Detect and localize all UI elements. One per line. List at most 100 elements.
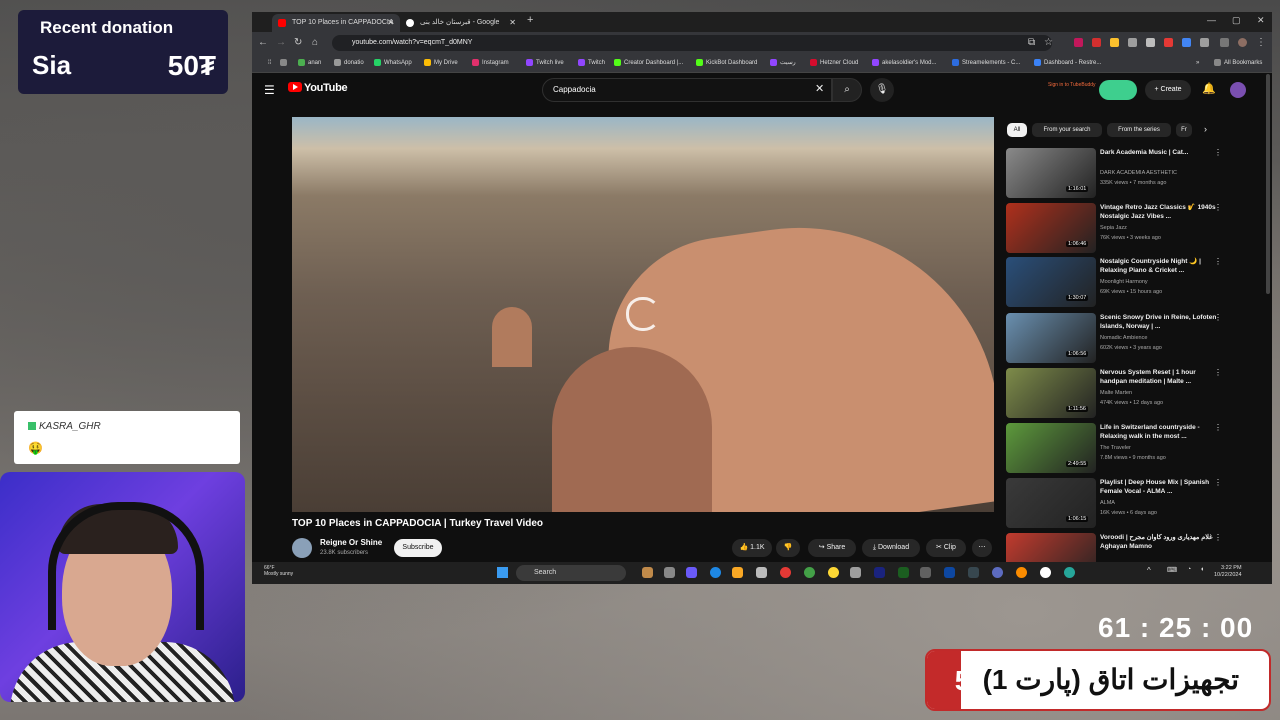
premiere-icon[interactable] <box>874 567 885 578</box>
bookmark-item[interactable]: My Drive <box>424 57 458 69</box>
maximize-icon[interactable]: ▢ <box>1232 15 1241 26</box>
chip-truncated[interactable]: Fr <box>1176 123 1192 137</box>
weather-widget[interactable]: 66°F Mostly sunny <box>264 565 293 577</box>
channel-name[interactable]: Reigne Or Shine <box>320 538 382 547</box>
related-video-item[interactable]: 1:06:56 Scenic Snowy Drive in Reine, Lofo… <box>1006 313 1236 365</box>
bookmark-item[interactable]: akelasoldier's Mod... <box>872 57 937 69</box>
xbox-icon[interactable] <box>804 567 815 578</box>
extension-icon[interactable] <box>1164 38 1173 47</box>
taskbar-app-icon[interactable] <box>642 567 653 578</box>
taskbar-app-icon[interactable] <box>1040 567 1051 578</box>
bookmark-item[interactable]: Twitch live <box>526 57 564 69</box>
tubebuddy-signin-link[interactable]: Sign in to TubeBuddy <box>1048 82 1096 89</box>
photoshop-icon[interactable] <box>944 567 955 578</box>
related-video-title[interactable]: Dark Academia Music | Cat... <box>1100 148 1220 157</box>
related-video-item[interactable]: 1:11:56 Nervous System Reset | 1 hour han… <box>1006 368 1236 420</box>
related-video-title[interactable]: Vintage Retro Jazz Classics 🎷 1940s Nost… <box>1100 203 1220 221</box>
bookmark-item[interactable]: Hetzner Cloud <box>810 57 858 69</box>
related-video-item[interactable]: 1:16:01 Dark Academia Music | Cat... DARK … <box>1006 148 1236 200</box>
search-input[interactable]: Cappadocia <box>542 78 832 102</box>
related-video-title[interactable]: Nervous System Reset | 1 hour handpan me… <box>1100 368 1220 386</box>
more-vertical-icon[interactable]: ⋮ <box>1214 203 1222 212</box>
video-player[interactable] <box>292 117 994 512</box>
more-vertical-icon[interactable]: ⋮ <box>1214 533 1222 542</box>
more-vertical-icon[interactable]: ⋮ <box>1214 148 1222 157</box>
dislike-button[interactable]: 👎 <box>776 539 800 557</box>
page-scrollbar[interactable] <box>1266 74 1270 294</box>
create-button[interactable]: + Create <box>1145 80 1191 100</box>
windows-start-icon[interactable] <box>497 567 508 578</box>
taskbar-app-icon[interactable] <box>1064 567 1075 578</box>
minimize-icon[interactable]: — <box>1207 15 1216 25</box>
related-video-channel[interactable]: The Traveler <box>1100 445 1131 451</box>
reload-icon[interactable]: ↻ <box>294 37 302 48</box>
related-video-title[interactable]: Nostalgic Countryside Night 🌙 | Relaxing… <box>1100 257 1220 275</box>
clear-search-icon[interactable]: ✕ <box>815 82 824 95</box>
profile-avatar[interactable] <box>1238 38 1247 47</box>
taskbar-app-icon[interactable] <box>968 567 979 578</box>
discord-icon[interactable] <box>992 567 1003 578</box>
bookmark-item[interactable]: رسیت <box>770 57 796 69</box>
extension-icon[interactable] <box>1092 38 1101 47</box>
taskbar-app-icon[interactable] <box>756 567 767 578</box>
clip-button[interactable]: ✂ Clip <box>926 539 966 557</box>
bookmark-item[interactable]: KickBot Dashboard <box>696 57 757 69</box>
extension-icon[interactable] <box>1110 38 1119 47</box>
related-video-channel[interactable]: Moonlight Harmony <box>1100 279 1148 285</box>
like-button[interactable]: 👍 1.1K <box>732 539 772 557</box>
wifi-icon[interactable]: ◔ <box>1187 566 1191 573</box>
extension-icon[interactable] <box>1182 38 1191 47</box>
close-window-icon[interactable]: ✕ <box>1257 15 1265 26</box>
new-tab-icon[interactable]: + <box>527 14 533 26</box>
language-icon[interactable]: ⌨ <box>1167 566 1177 574</box>
tubebuddy-button[interactable] <box>1099 80 1137 100</box>
more-vertical-icon[interactable]: ⋮ <box>1214 478 1222 487</box>
edge-icon[interactable] <box>710 567 721 578</box>
notifications-bell-icon[interactable]: 🔔 <box>1202 82 1216 95</box>
home-icon[interactable]: ⌂ <box>312 37 318 48</box>
chip-from-your-search[interactable]: From your search <box>1032 123 1102 137</box>
bookmark-item[interactable]: Instagram <box>472 57 509 69</box>
more-vertical-icon[interactable]: ⋮ <box>1214 313 1222 322</box>
related-video-item[interactable]: 1:06:15 Playlist | Deep House Mix | Spani… <box>1006 478 1236 530</box>
related-video-channel[interactable]: ALMA <box>1100 500 1115 506</box>
bookmark-item[interactable]: donatio <box>334 57 364 69</box>
bookmark-item[interactable]: Streamelements - C... <box>952 57 1020 69</box>
close-tab-icon[interactable]: ✕ <box>387 14 394 32</box>
close-tab-icon[interactable]: ✕ <box>509 14 516 32</box>
download-button[interactable]: ⤓ Download <box>862 539 920 557</box>
taskbar-app-icon[interactable] <box>920 567 931 578</box>
chrome-icon[interactable] <box>828 567 839 578</box>
file-explorer-icon[interactable] <box>732 567 743 578</box>
more-vertical-icon[interactable]: ⋮ <box>1214 368 1222 377</box>
volume-icon[interactable]: ◖ <box>1200 566 1204 573</box>
related-video-channel[interactable]: Malte Marten <box>1100 390 1132 396</box>
bookmark-item[interactable]: Twitch <box>578 57 605 69</box>
task-view-icon[interactable] <box>664 567 675 578</box>
more-vertical-icon[interactable]: ⋮ <box>1214 257 1222 266</box>
related-video-channel[interactable]: Nomadic Ambience <box>1100 335 1147 341</box>
more-vertical-icon[interactable]: ⋮ <box>1214 423 1222 432</box>
back-icon[interactable]: ← <box>258 37 268 48</box>
browser-menu-icon[interactable]: ⋮ <box>1256 37 1266 48</box>
url-input[interactable]: youtube.com/watch?v=eqcmT_d0MNY <box>332 35 1052 51</box>
youtube-logo[interactable]: YouTube <box>288 82 348 94</box>
related-video-channel[interactable]: DARK ACADEMIA AESTHETIC <box>1100 170 1177 176</box>
hamburger-menu-icon[interactable]: ☰ <box>264 83 275 97</box>
obs-icon[interactable] <box>850 567 861 578</box>
share-button[interactable]: ↪ Share <box>808 539 856 557</box>
bookmark-item[interactable]: WhatsApp <box>374 57 412 69</box>
extension-icon[interactable] <box>1146 38 1155 47</box>
taskbar-search[interactable]: Search <box>516 565 626 581</box>
tray-chevron-icon[interactable]: ^ <box>1147 566 1151 575</box>
all-bookmarks[interactable]: All Bookmarks <box>1214 57 1262 69</box>
extension-icon[interactable] <box>1128 38 1137 47</box>
chip-from-the-series[interactable]: From the series <box>1107 123 1171 137</box>
related-video-title[interactable]: Scenic Snowy Drive in Reine, Lofoten Isl… <box>1100 313 1220 331</box>
more-bookmarks-icon[interactable]: » <box>1186 57 1199 69</box>
taskbar-app-icon[interactable] <box>898 567 909 578</box>
related-video-item[interactable]: 1:06:46 Vintage Retro Jazz Classics 🎷 194… <box>1006 203 1236 255</box>
forward-icon[interactable]: → <box>276 37 286 48</box>
apps-icon[interactable]: ⁞⁞ <box>258 57 271 69</box>
tab-youtube-video[interactable]: TOP 10 Places in CAPPADOCIA ✕ <box>272 14 400 32</box>
